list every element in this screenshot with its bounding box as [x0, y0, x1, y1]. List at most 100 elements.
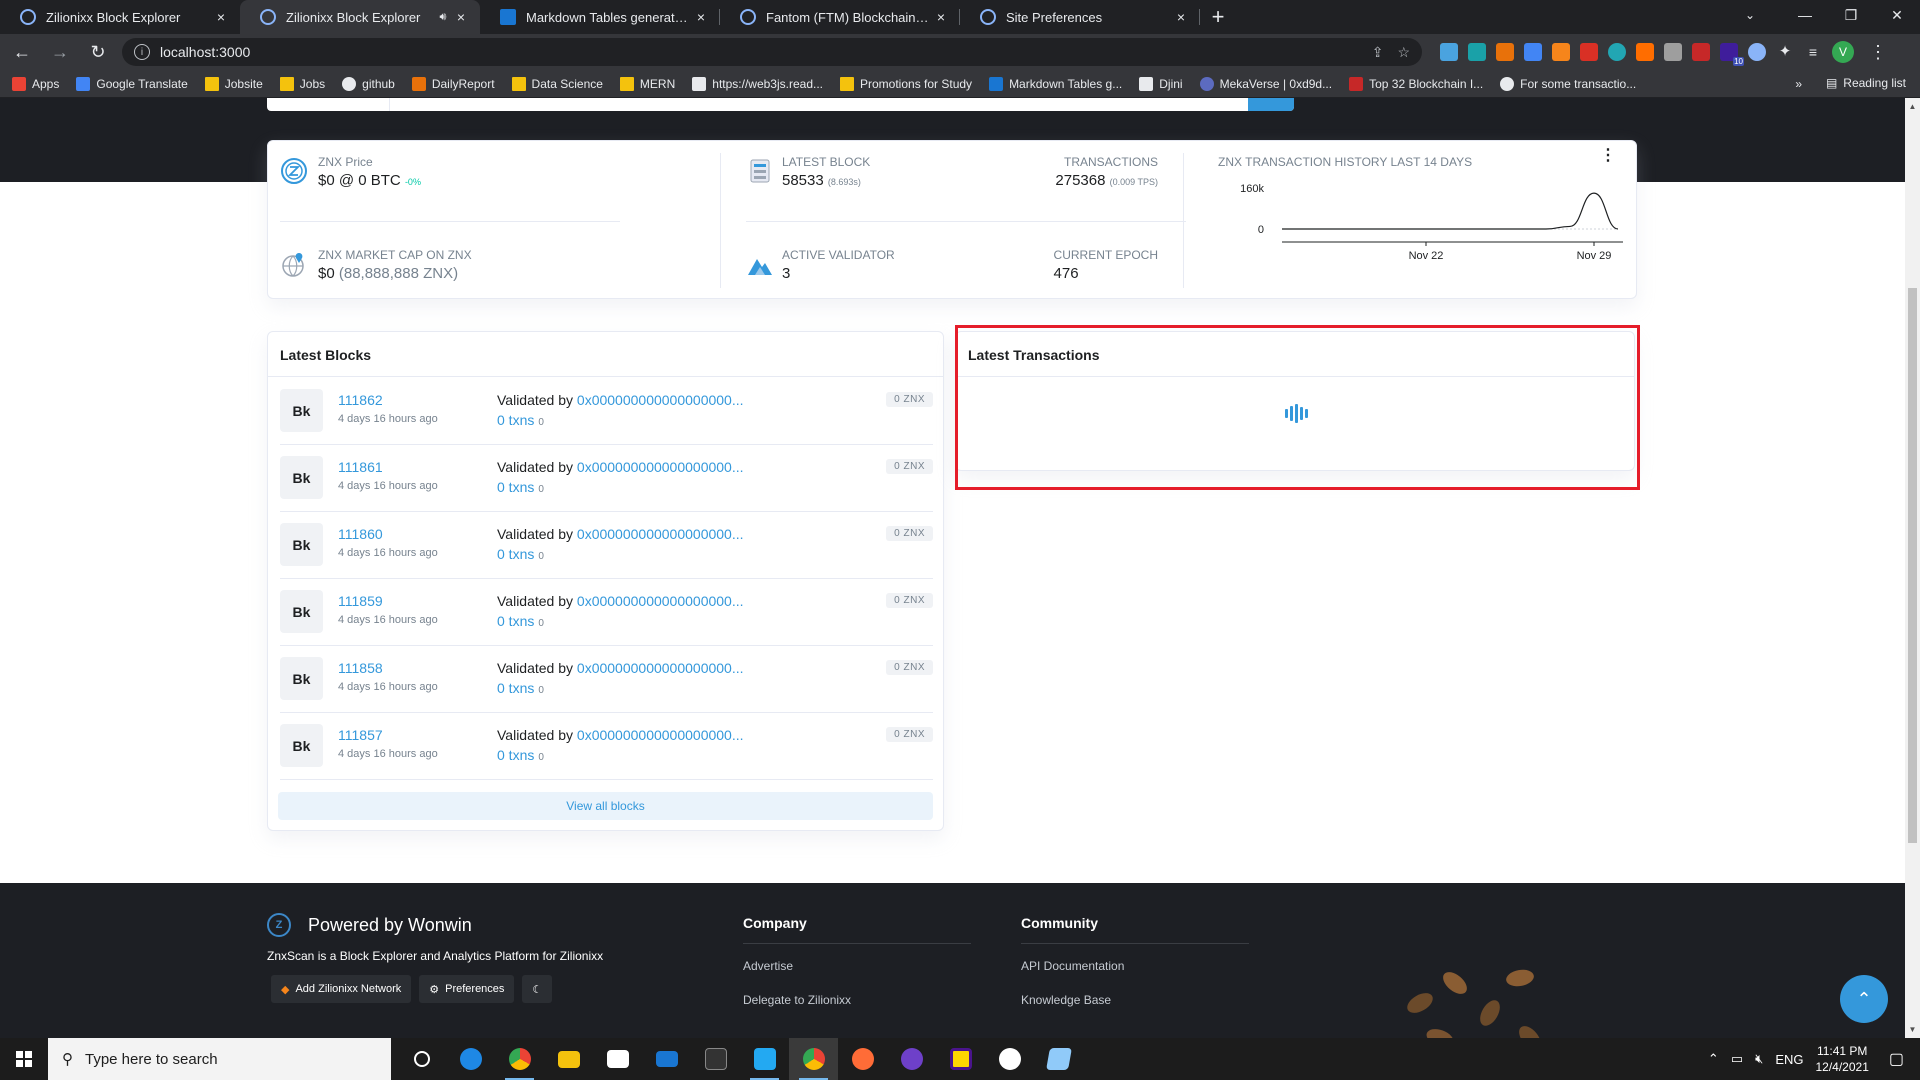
extension-icon[interactable] [1496, 43, 1514, 61]
search-bar[interactable] [267, 98, 1294, 111]
minimize-icon[interactable]: — [1782, 0, 1828, 30]
validator-address-link[interactable]: 0x000000000000000000... [577, 593, 744, 609]
bookmark-item[interactable]: Jobsite [204, 76, 263, 91]
bookmark-item[interactable]: Apps [12, 76, 59, 91]
tab-search-icon[interactable]: ⌄ [1730, 0, 1770, 30]
block-number-link[interactable]: 111860 [338, 526, 383, 542]
close-window-icon[interactable]: ✕ [1874, 0, 1920, 30]
browser-menu-icon[interactable]: ⋮ [1862, 36, 1894, 68]
bookmark-item[interactable]: https://web3js.read... [692, 76, 823, 91]
network-icon[interactable]: ▭ [1731, 1051, 1743, 1067]
tab-close-icon[interactable]: × [932, 9, 950, 25]
block-txns-link[interactable]: 0 txns [497, 546, 534, 562]
extension-icon[interactable] [1580, 43, 1598, 61]
scroll-up-icon[interactable]: ▲ [1905, 102, 1920, 111]
extension-icon[interactable] [1664, 43, 1682, 61]
new-tab-button[interactable]: + [1200, 0, 1236, 34]
profile-avatar[interactable]: V [1832, 41, 1854, 63]
validator-address-link[interactable]: 0x000000000000000000... [577, 660, 744, 676]
bookmark-item[interactable]: Promotions for Study [840, 76, 972, 91]
app-icon[interactable] [936, 1038, 985, 1080]
chrome-profile-icon[interactable] [789, 1038, 838, 1080]
latest-block-number[interactable]: 58533 [782, 172, 824, 189]
advertise-link[interactable]: Advertise [743, 959, 971, 973]
scroll-down-icon[interactable]: ▼ [1905, 1025, 1920, 1034]
postman-icon[interactable] [838, 1038, 887, 1080]
page-scrollbar[interactable]: ▲ ▼ [1905, 98, 1920, 1038]
validator-address-link[interactable]: 0x000000000000000000... [577, 392, 744, 408]
bookmark-item[interactable]: Jobs [279, 76, 325, 91]
delegate-link[interactable]: Delegate to Zilionixx [743, 993, 971, 1007]
bookmark-item[interactable]: For some transactio... [1500, 76, 1636, 91]
block-number-link[interactable]: 111857 [338, 727, 383, 743]
address-bar[interactable]: i localhost:3000 ⇪ ☆ [122, 38, 1422, 66]
knowledge-base-link[interactable]: Knowledge Base [1021, 993, 1249, 1007]
api-docs-link[interactable]: API Documentation [1021, 959, 1249, 973]
browser-tab[interactable]: Markdown Tables generator - Tal× [480, 0, 720, 34]
bookmark-item[interactable]: Markdown Tables g... [989, 76, 1122, 91]
block-number-link[interactable]: 111861 [338, 459, 383, 475]
clock[interactable]: 11:41 PM 12/4/2021 [1815, 1043, 1868, 1075]
bookmark-item[interactable]: MekaVerse | 0xd9d... [1199, 76, 1332, 91]
share-icon[interactable]: ⇪ [1372, 44, 1384, 61]
bookmark-star-icon[interactable]: ☆ [1397, 44, 1410, 61]
block-number-link[interactable]: 111859 [338, 593, 383, 609]
github-desktop-icon[interactable] [887, 1038, 936, 1080]
back-arrow-icon[interactable]: ← [6, 36, 38, 68]
mail-icon[interactable] [642, 1038, 691, 1080]
metamask-icon[interactable] [1552, 43, 1570, 61]
block-txns-link[interactable]: 0 txns [497, 412, 534, 428]
volume-muted-icon[interactable]: 🔇︎ [1755, 1051, 1763, 1067]
tab-audio-icon[interactable]: 🔊︎ [434, 11, 452, 24]
tab-close-icon[interactable]: × [212, 9, 230, 25]
validator-address-link[interactable]: 0x000000000000000000... [577, 727, 744, 743]
bookmark-item[interactable]: Top 32 Blockchain I... [1349, 76, 1483, 91]
extension-icon[interactable] [1440, 43, 1458, 61]
address-url[interactable]: localhost:3000 [160, 44, 1358, 60]
block-number-link[interactable]: 111862 [338, 392, 383, 408]
bookmarks-overflow-icon[interactable]: » [1795, 77, 1802, 91]
reload-icon[interactable]: ↻ [82, 36, 114, 68]
task-view-icon[interactable] [397, 1038, 446, 1080]
extension-icon[interactable] [1524, 43, 1542, 61]
extension-badge-icon[interactable]: 10 [1720, 43, 1744, 66]
bookmark-item[interactable]: Google Translate [76, 76, 188, 91]
extension-icon[interactable] [1468, 43, 1486, 61]
bookmark-item[interactable]: DailyReport [411, 76, 495, 91]
start-button[interactable] [0, 1038, 48, 1080]
media-control-icon[interactable]: ≡ [1804, 43, 1822, 61]
preferences-button[interactable]: ⚙ Preferences [419, 975, 515, 1003]
taskbar-search[interactable]: ⚲ Type here to search [48, 1038, 391, 1080]
browser-tab[interactable]: Zilionixx Block Explorer 🔊︎ × [240, 0, 480, 34]
mongodb-compass-icon[interactable] [985, 1038, 1034, 1080]
validator-address-link[interactable]: 0x000000000000000000... [577, 526, 744, 542]
transactions-count[interactable]: 275368 [1055, 172, 1105, 189]
bookmark-item[interactable]: MERN [619, 76, 675, 91]
terminal-icon[interactable] [691, 1038, 740, 1080]
file-explorer-icon[interactable] [544, 1038, 593, 1080]
bookmark-item[interactable]: github [342, 76, 395, 91]
tab-close-icon[interactable]: × [692, 9, 710, 25]
vscode-icon[interactable] [740, 1038, 789, 1080]
reading-list-button[interactable]: ▤ Reading list [1826, 76, 1906, 90]
app-icon[interactable] [1034, 1038, 1083, 1080]
extension-icon[interactable] [1692, 43, 1710, 61]
tab-close-icon[interactable]: × [452, 9, 470, 25]
validator-address-link[interactable]: 0x000000000000000000... [577, 459, 744, 475]
view-all-blocks-button[interactable]: View all blocks [278, 792, 933, 820]
browser-tab[interactable]: Fantom (FTM) Blockchain Explore× [720, 0, 960, 34]
block-txns-link[interactable]: 0 txns [497, 747, 534, 763]
site-info-icon[interactable]: i [134, 44, 150, 60]
restore-icon[interactable]: ❐ [1828, 0, 1874, 30]
block-number-link[interactable]: 111858 [338, 660, 383, 676]
extension-icon[interactable] [1608, 43, 1626, 61]
extension-icon[interactable] [1748, 43, 1766, 61]
search-button[interactable] [1248, 98, 1294, 111]
extension-icon[interactable] [1636, 43, 1654, 61]
forward-arrow-icon[interactable]: → [44, 36, 76, 68]
bookmark-item[interactable]: Data Science [511, 76, 603, 91]
add-network-button[interactable]: ◆ Add Zilionixx Network [271, 975, 412, 1003]
back-to-top-button[interactable]: ⌃ [1840, 975, 1888, 1023]
bookmark-item[interactable]: Djini [1139, 76, 1183, 91]
block-txns-link[interactable]: 0 txns [497, 479, 534, 495]
